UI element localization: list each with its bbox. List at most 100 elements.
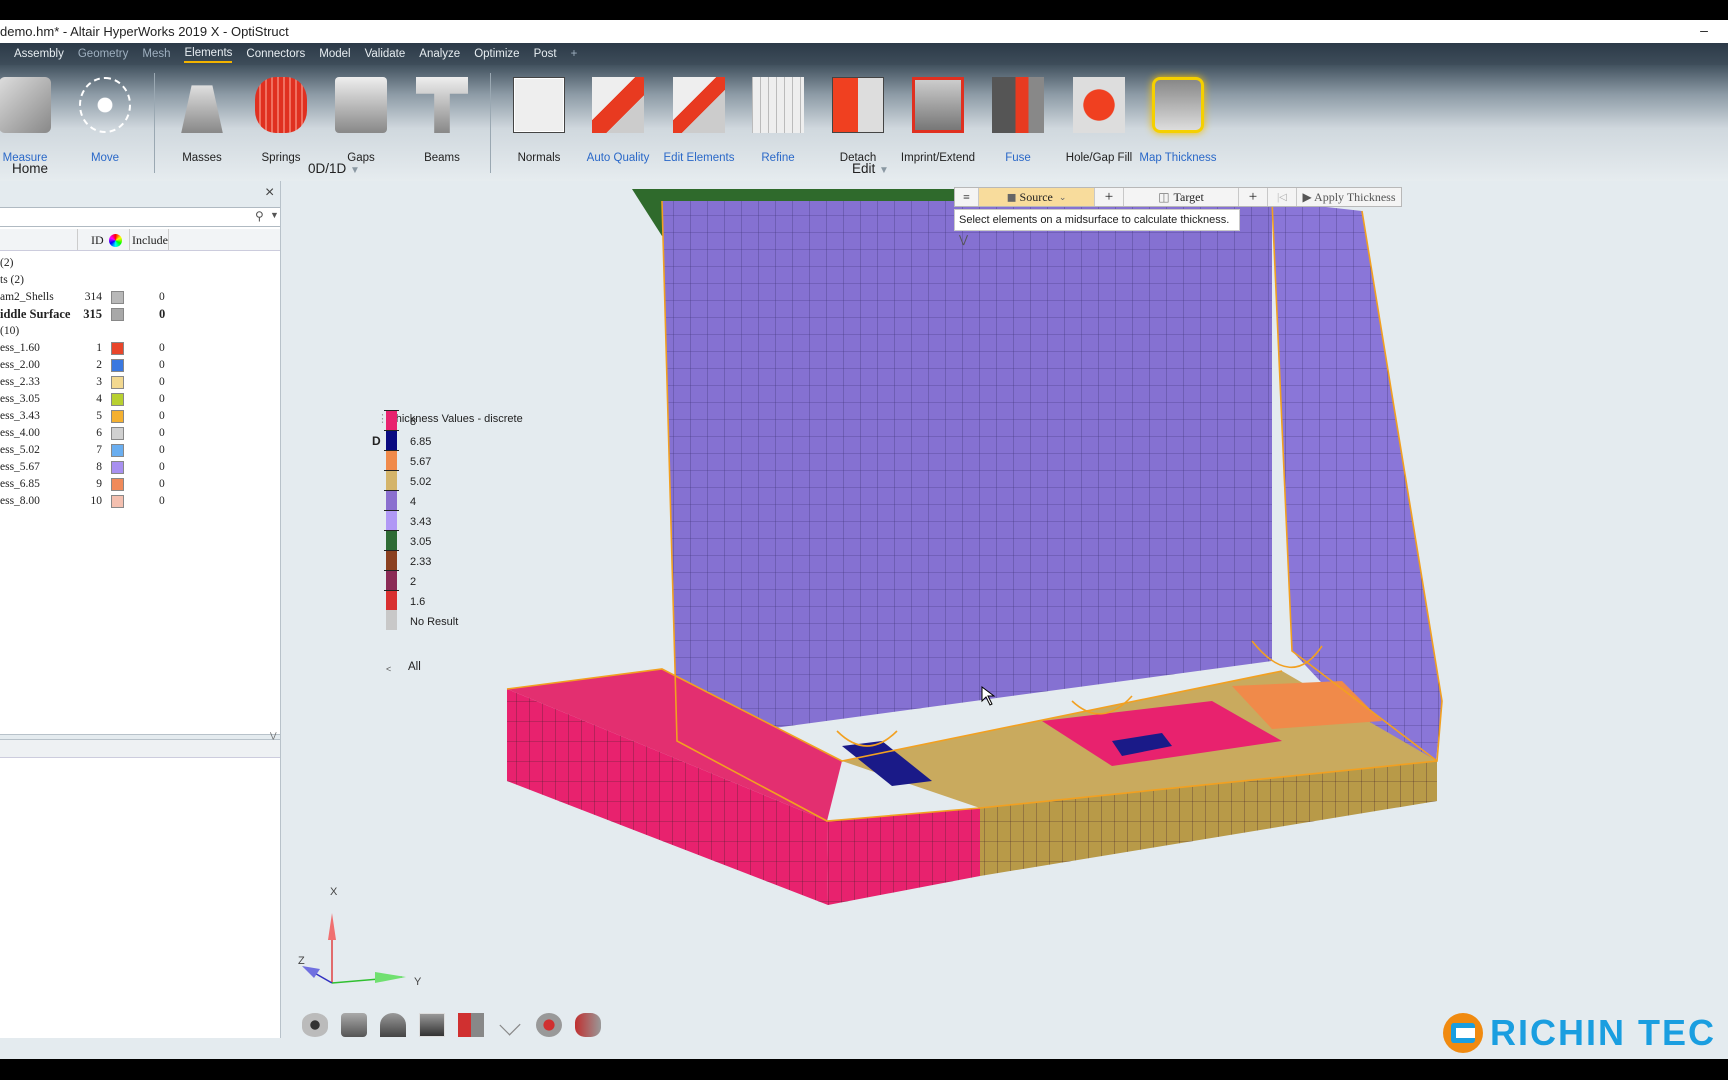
row-color-swatch[interactable] — [111, 308, 124, 321]
tool-fuse[interactable]: Fuse — [978, 77, 1058, 164]
tool-imprint-extend[interactable]: Imprint/Extend — [898, 77, 978, 164]
menu-analyze[interactable]: Analyze — [419, 46, 460, 62]
menu-validate[interactable]: Validate — [365, 46, 406, 62]
fem-model[interactable] — [506, 189, 1443, 905]
tool-gaps[interactable]: Gaps — [321, 77, 401, 164]
apply-thickness-button[interactable]: ▶ Apply Thickness — [1297, 188, 1401, 206]
row-color-swatch[interactable] — [111, 359, 124, 372]
split-view-icon[interactable] — [458, 1013, 484, 1037]
tree-row[interactable]: am2_Shells 314 0 — [0, 289, 280, 306]
legend-swatch — [386, 510, 397, 530]
tree-row[interactable]: iddle Surface 315 0 — [0, 306, 280, 323]
tool-hole-gap-fill[interactable]: Hole/Gap Fill — [1059, 77, 1139, 164]
row-name: ess_4.00 — [0, 427, 40, 439]
row-color-swatch[interactable] — [111, 427, 124, 440]
tree-row[interactable]: (2) — [0, 255, 280, 272]
tree-row[interactable]: ess_1.60 1 0 — [0, 340, 280, 357]
camera-icon[interactable] — [341, 1013, 367, 1037]
chevron-down-icon[interactable]: ▼ — [270, 210, 279, 220]
imprint-extend-icon — [912, 77, 964, 133]
tree-row[interactable]: ess_8.00 10 0 — [0, 493, 280, 510]
tool-refine[interactable]: Refine — [738, 77, 818, 164]
row-name: ess_5.67 — [0, 461, 40, 473]
z-arrow — [302, 966, 320, 978]
column-include[interactable]: Include — [132, 233, 168, 248]
tool-detach[interactable]: Detach — [818, 77, 898, 164]
tree-row[interactable]: ess_6.85 9 0 — [0, 476, 280, 493]
menu-assembly[interactable]: Assembly — [14, 46, 64, 62]
menu-mesh[interactable]: Mesh — [142, 46, 170, 62]
tool-edit-elements[interactable]: Edit Elements — [659, 77, 739, 164]
tree-row[interactable]: ess_2.33 3 0 — [0, 374, 280, 391]
row-include: 0 — [159, 461, 165, 473]
menu-elements[interactable]: Elements — [184, 45, 233, 63]
column-id[interactable]: ID — [91, 233, 104, 248]
tool-move[interactable]: Move — [65, 77, 145, 164]
tool-springs[interactable]: Springs — [241, 77, 321, 164]
menu-geometry[interactable]: Geometry — [78, 46, 129, 62]
tree-row[interactable]: ess_3.05 4 0 — [0, 391, 280, 408]
3d-view-icon[interactable] — [575, 1013, 601, 1037]
source-selector[interactable]: ◼ Source ⌄ — [979, 188, 1095, 206]
tree-row[interactable]: ess_3.43 5 0 — [0, 408, 280, 425]
row-color-swatch[interactable] — [111, 410, 124, 423]
legend-swatch — [386, 530, 397, 550]
masses-icon — [181, 85, 223, 133]
tool-beams[interactable]: Beams — [402, 77, 482, 164]
row-color-swatch[interactable] — [111, 376, 124, 389]
row-color-swatch[interactable] — [111, 444, 124, 457]
tree-row[interactable]: (10) — [0, 323, 280, 340]
legend-label: 8 — [410, 416, 417, 428]
visualization-eye-icon[interactable] — [302, 1013, 328, 1037]
menu-connectors[interactable]: Connectors — [246, 46, 305, 62]
tool-masses[interactable]: Masses — [162, 77, 242, 164]
logo-mark — [1443, 1013, 1483, 1053]
group-edit[interactable]: Edit ▼ — [852, 161, 889, 176]
tree-row[interactable]: ts (2) — [0, 272, 280, 289]
chevron-down-icon[interactable]: ⋁ — [959, 234, 968, 246]
tool-normals[interactable]: Normals — [499, 77, 579, 164]
legend-label: 3.43 — [410, 516, 432, 528]
toolbar-menu-button[interactable]: ≡ — [955, 188, 979, 206]
add-source-button[interactable]: + — [1095, 188, 1124, 206]
row-color-swatch[interactable] — [111, 478, 124, 491]
group-home[interactable]: Home — [12, 161, 48, 176]
menu-optimize[interactable]: Optimize — [474, 46, 519, 62]
legend-swatch — [386, 410, 397, 430]
row-color-swatch[interactable] — [111, 342, 124, 355]
graphics-viewport[interactable] — [282, 181, 1728, 1059]
legend-all[interactable]: All — [408, 661, 421, 673]
tool-map-thickness[interactable]: Map Thickness — [1138, 77, 1218, 164]
legend-swatch — [386, 470, 397, 490]
property-panel-header — [0, 740, 280, 758]
menu-post[interactable]: Post — [534, 46, 557, 62]
group-0d1d[interactable]: 0D/1D ▼ — [308, 161, 360, 176]
add-target-button[interactable]: + — [1239, 188, 1268, 206]
row-color-swatch[interactable] — [111, 291, 124, 304]
surface-icon[interactable] — [380, 1013, 406, 1037]
tree-row[interactable]: ess_2.00 2 0 — [0, 357, 280, 374]
color-wheel-icon[interactable] — [109, 234, 122, 247]
tree-row[interactable]: ess_5.67 8 0 — [0, 459, 280, 476]
auto-quality-icon — [592, 77, 644, 133]
row-color-swatch[interactable] — [111, 461, 124, 474]
search-input[interactable]: ⚲ ▼ — [0, 207, 280, 227]
add-tab-icon[interactable]: + — [571, 46, 578, 62]
row-color-swatch[interactable] — [111, 393, 124, 406]
close-icon[interactable]: × — [265, 184, 274, 202]
first-step-button[interactable]: |◁ — [1268, 188, 1297, 206]
minimize-button[interactable]: – — [1694, 20, 1714, 42]
row-name: ess_2.33 — [0, 376, 40, 388]
tree-row[interactable]: ess_5.02 7 0 — [0, 442, 280, 459]
tool-measure[interactable]: Measure — [0, 77, 65, 164]
tool-auto-quality[interactable]: Auto Quality — [578, 77, 658, 164]
target-selector[interactable]: ◫ Target — [1124, 188, 1239, 206]
zoom-icon[interactable] — [536, 1013, 562, 1037]
collapse-icon[interactable]: < — [386, 664, 391, 674]
search-icon[interactable]: ⚲ — [255, 209, 264, 223]
row-color-swatch[interactable] — [111, 495, 124, 508]
menu-model[interactable]: Model — [319, 46, 350, 62]
tree-row[interactable]: ess_4.00 6 0 — [0, 425, 280, 442]
row-name: ess_1.60 — [0, 342, 40, 354]
cube-view-icon[interactable] — [419, 1013, 445, 1037]
